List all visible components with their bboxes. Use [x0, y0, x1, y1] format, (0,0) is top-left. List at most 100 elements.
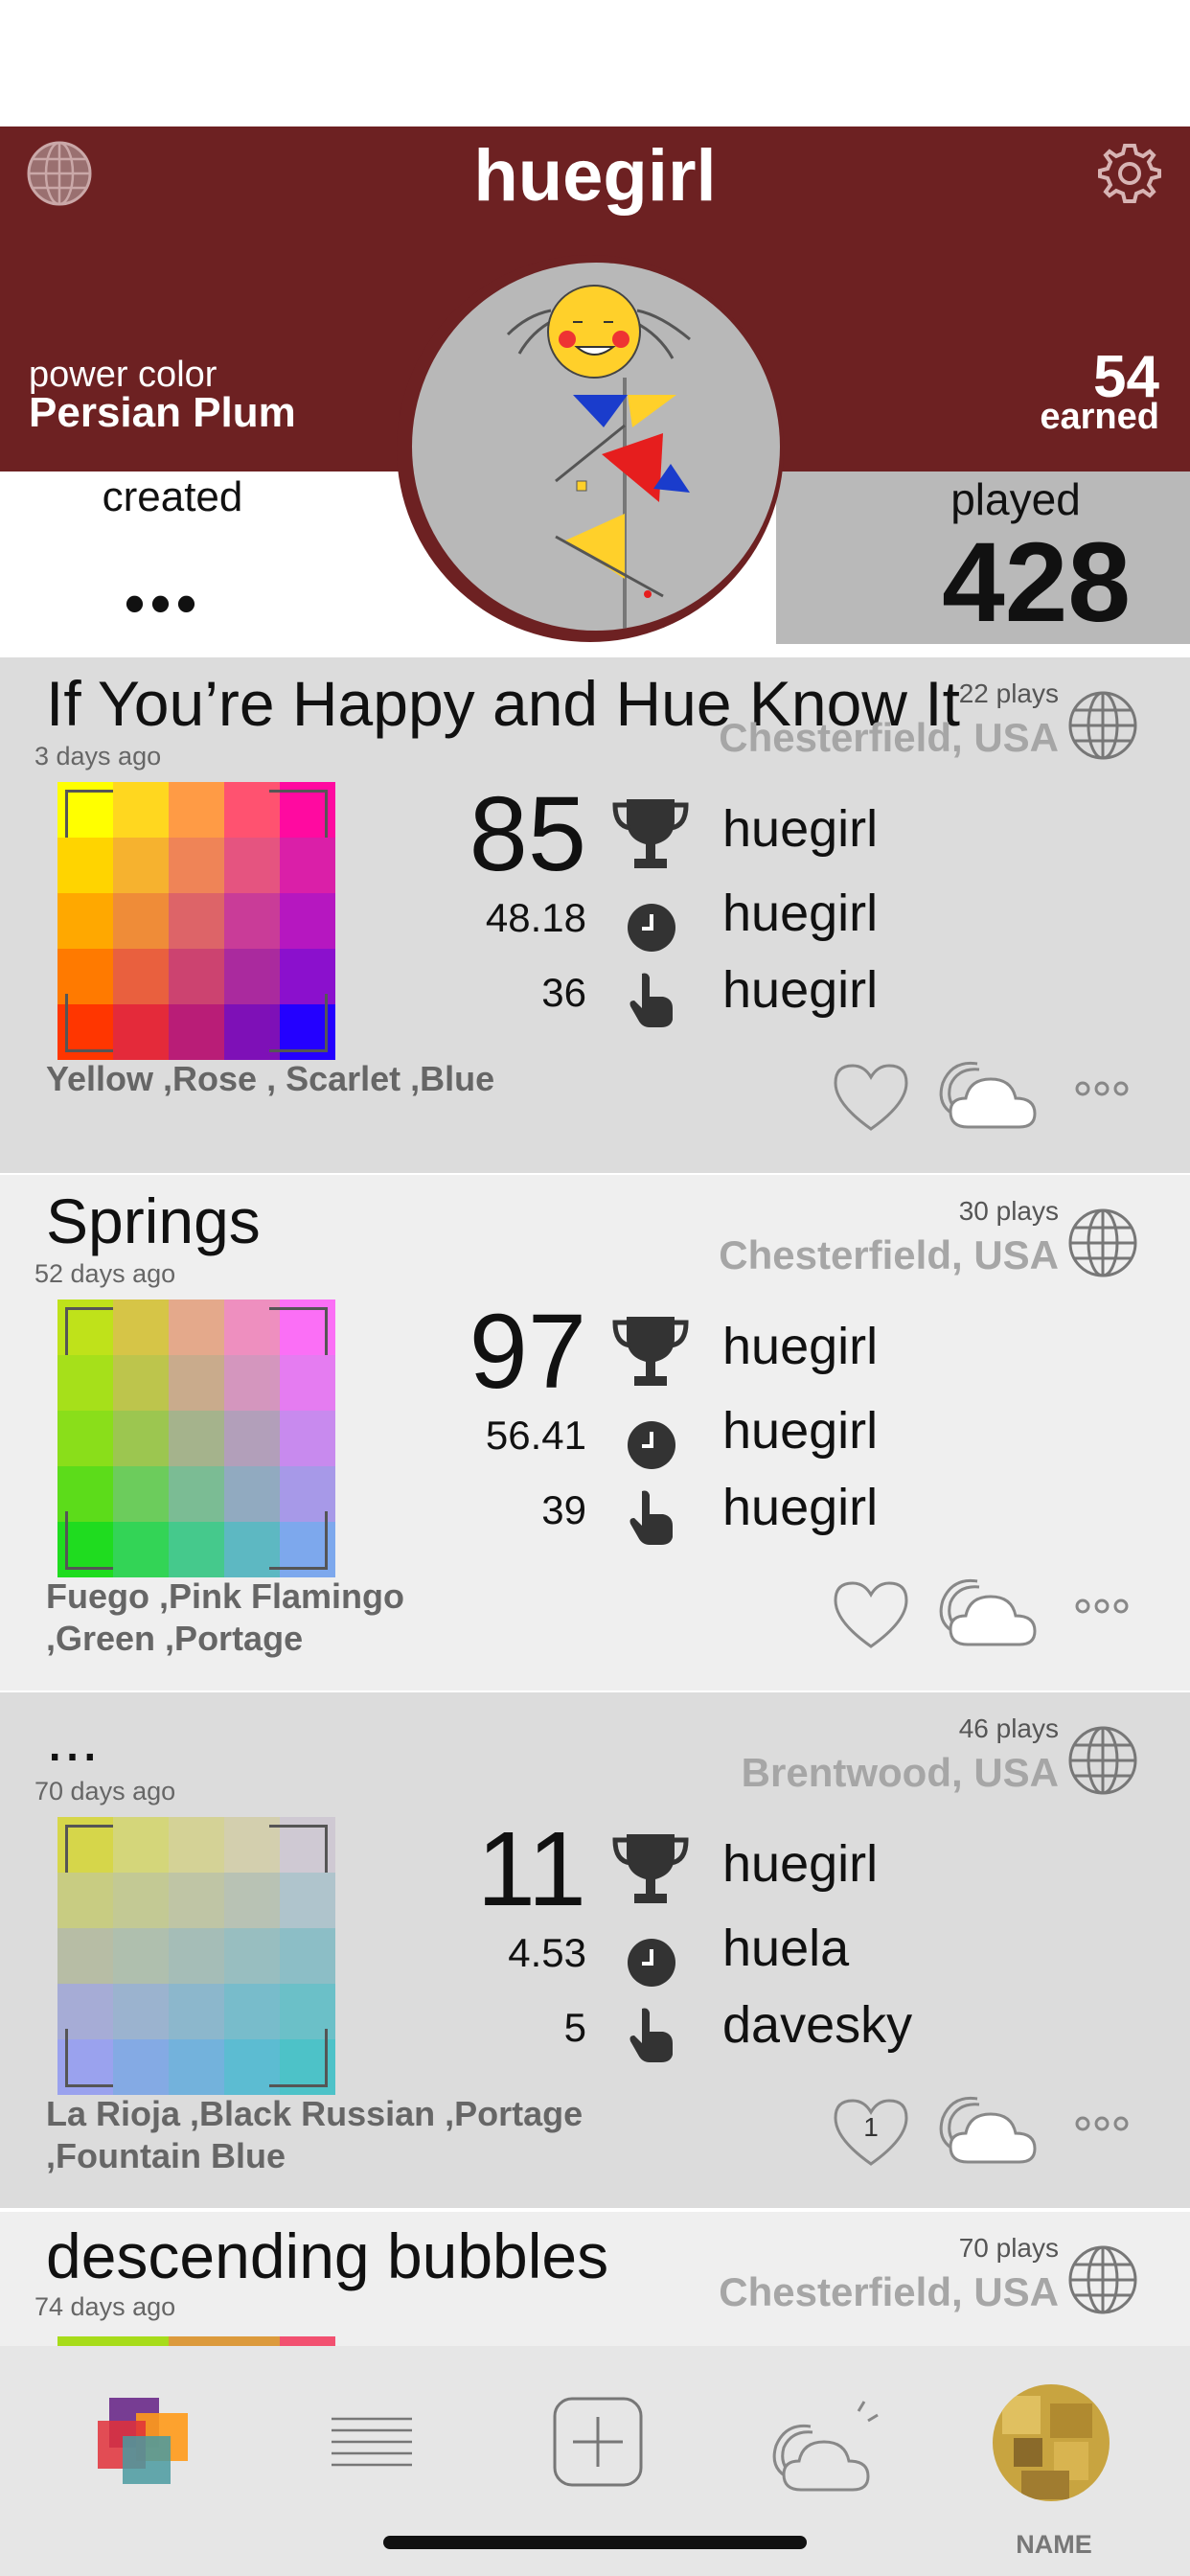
color-grid-preview[interactable] — [57, 1817, 335, 2095]
color-cell — [269, 1817, 335, 1883]
color-cell — [57, 1300, 124, 1366]
pointer-hand-icon — [629, 1490, 673, 1545]
like-button[interactable] — [832, 1577, 910, 1650]
puzzle-card[interactable]: ... 70 days ago 46 plays Brentwood, USA … — [0, 1692, 1190, 2208]
globe-icon[interactable] — [1067, 690, 1138, 761]
tab-weather-icon[interactable] — [765, 2398, 883, 2494]
puzzle-card[interactable]: descending bubbles 74 days ago 70 plays … — [0, 2212, 1190, 2346]
puzzle-title: descending bubbles — [46, 2220, 609, 2291]
color-cell — [113, 1355, 169, 1411]
best-score-user[interactable]: huegirl — [722, 799, 878, 859]
puzzle-card[interactable]: Springs 52 days ago 30 plays Chesterfiel… — [0, 1175, 1190, 1690]
puzzle-age: 52 days ago — [34, 1259, 176, 1288]
color-cell — [169, 1004, 224, 1060]
color-cell — [113, 1817, 169, 1873]
color-cell — [280, 1928, 335, 1984]
trophy-icon — [612, 1834, 689, 1903]
clock-icon — [628, 1421, 675, 1469]
best-moves-user[interactable]: huegirl — [722, 1478, 878, 1537]
color-cell — [169, 1984, 224, 2039]
best-score-user[interactable]: huegirl — [722, 1317, 878, 1376]
power-color-name: Persian Plum — [29, 389, 296, 436]
color-cell — [224, 1873, 280, 1928]
like-button[interactable]: 1 — [832, 2095, 910, 2168]
tab-create-icon[interactable] — [552, 2396, 644, 2488]
heart-icon — [834, 1064, 908, 1131]
color-cell — [224, 1355, 280, 1411]
color-cell — [269, 994, 335, 1060]
color-cell — [57, 1817, 124, 1883]
color-cell — [113, 893, 169, 949]
gear-icon[interactable] — [1096, 140, 1163, 207]
color-cell — [280, 1873, 335, 1928]
color-cell — [269, 782, 335, 848]
puzzle-plays: 30 plays — [958, 1196, 1059, 1226]
puzzle-title: ... — [46, 1703, 100, 1774]
best-time-user[interactable]: huegirl — [722, 1401, 878, 1460]
puzzle-age: 3 days ago — [34, 742, 162, 770]
best-time: 4.53 — [508, 1930, 586, 1975]
heart-icon — [834, 1581, 908, 1648]
trophy-icon — [612, 1317, 689, 1386]
pointer-hand-icon — [629, 973, 673, 1027]
clock-icon — [628, 904, 675, 952]
tab-home-icon[interactable] — [94, 2392, 194, 2488]
color-cell — [169, 782, 224, 838]
color-cell — [269, 1300, 335, 1366]
best-moves: 5 — [563, 2005, 586, 2050]
cloud-icon[interactable] — [931, 2085, 1041, 2166]
color-cell — [113, 2039, 169, 2095]
color-cell — [169, 1928, 224, 1984]
color-cell — [113, 782, 169, 838]
puzzle-plays: 22 plays — [958, 678, 1059, 708]
color-cell — [169, 1873, 224, 1928]
like-button[interactable] — [832, 1060, 910, 1133]
tab-list-icon[interactable] — [330, 2415, 414, 2469]
color-cell — [224, 893, 280, 949]
pointer-hand-icon — [629, 2008, 673, 2062]
cloud-icon[interactable] — [931, 1568, 1041, 1648]
color-grid-preview[interactable] — [57, 782, 335, 1060]
best-time-user[interactable]: huela — [722, 1919, 849, 1978]
color-cell — [280, 893, 335, 949]
played-value: 428 — [942, 519, 1131, 646]
best-moves: 39 — [541, 1487, 586, 1532]
best-score-user[interactable]: huegirl — [722, 1834, 878, 1894]
puzzle-age: 74 days ago — [34, 2292, 176, 2321]
color-cell — [224, 1928, 280, 1984]
color-cell — [169, 1300, 224, 1355]
color-cell — [113, 1522, 169, 1577]
color-cell — [113, 1928, 169, 1984]
color-cell — [57, 2029, 124, 2095]
earned-label: earned — [1040, 397, 1159, 437]
color-cell — [113, 1411, 169, 1466]
color-grid-preview[interactable] — [57, 1300, 335, 1577]
globe-icon[interactable] — [1067, 1208, 1138, 1278]
more-options-icon[interactable] — [1073, 2114, 1131, 2133]
more-options-icon[interactable] — [1073, 1597, 1131, 1616]
best-time: 56.41 — [485, 1413, 586, 1458]
corner-marker — [269, 994, 328, 1052]
color-cell — [113, 1300, 169, 1355]
color-grid-preview[interactable] — [57, 2336, 335, 2346]
color-cell — [169, 1411, 224, 1466]
puzzle-age: 70 days ago — [34, 1777, 176, 1806]
best-moves-user[interactable]: davesky — [722, 1995, 912, 2055]
globe-icon[interactable] — [1067, 1725, 1138, 1796]
puzzle-card[interactable]: If You’re Happy and Hue Know It 3 days a… — [0, 657, 1190, 1173]
best-time-user[interactable]: huegirl — [722, 884, 878, 943]
color-cell — [169, 1522, 224, 1577]
color-cell — [169, 2039, 224, 2095]
header-divider — [0, 644, 1190, 657]
best-moves-user[interactable]: huegirl — [722, 960, 878, 1020]
color-cell — [113, 1004, 169, 1060]
tab-profile-avatar[interactable] — [993, 2384, 1110, 2501]
globe-icon[interactable] — [1067, 2244, 1138, 2315]
color-names: Yellow ,Rose , Scarlet ,Blue — [46, 1059, 495, 1098]
puzzle-location: Brentwood, USA — [741, 1750, 1059, 1795]
cloud-icon[interactable] — [931, 1050, 1041, 1131]
more-options-icon[interactable] — [1073, 1079, 1131, 1098]
created-value: ••• — [125, 571, 203, 635]
avatar[interactable] — [412, 263, 780, 631]
puzzle-location: Chesterfield, USA — [719, 715, 1059, 760]
